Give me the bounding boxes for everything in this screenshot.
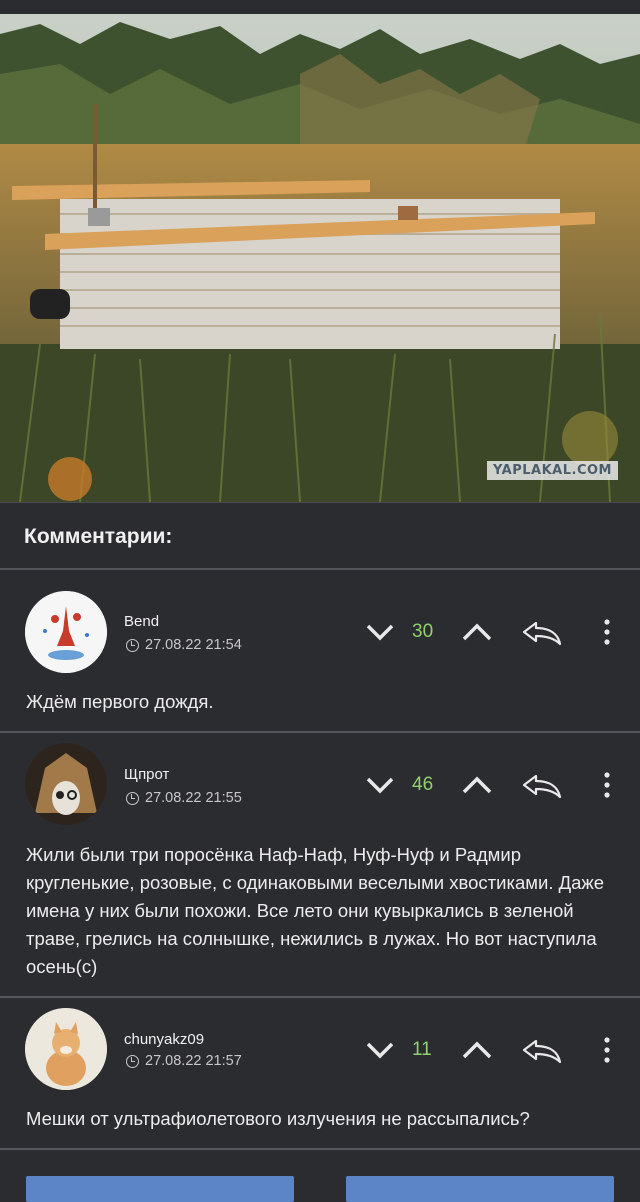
comment-date: 27.08.22 21:55 xyxy=(126,790,242,806)
comment-text: Мешки от ультрафиолетового излучения не … xyxy=(26,1108,530,1129)
chevron-up-icon[interactable] xyxy=(460,1038,494,1062)
more-vertical-icon[interactable] xyxy=(600,1035,614,1065)
reply-arrow-icon[interactable] xyxy=(520,770,564,800)
author-name[interactable]: Щпрот xyxy=(124,766,169,783)
comment-score: 30 xyxy=(412,621,434,642)
comment-text: Ждём первого дождя. xyxy=(26,691,214,712)
comment-date: 27.08.22 21:57 xyxy=(126,1053,242,1069)
watermark: YAPLAKAL.COM xyxy=(487,461,618,480)
bottom-left-button[interactable] xyxy=(26,1176,294,1202)
chevron-down-icon[interactable] xyxy=(364,773,396,797)
avatar[interactable] xyxy=(25,743,107,825)
more-vertical-icon[interactable] xyxy=(600,770,614,800)
reply-arrow-icon[interactable] xyxy=(520,617,564,647)
comment-item: chunyakz09 27.08.22 21:57 11 Мешки от ул… xyxy=(0,998,640,1150)
bottom-right-button[interactable] xyxy=(346,1176,614,1202)
author-name[interactable]: Bend xyxy=(124,613,159,630)
comment-date-text: 27.08.22 21:55 xyxy=(145,790,242,806)
comment-date: 27.08.22 21:54 xyxy=(126,637,242,653)
avatar[interactable] xyxy=(25,591,107,673)
chevron-down-icon[interactable] xyxy=(364,1038,396,1062)
clock-icon xyxy=(126,791,139,805)
comment-text: Жили были три поросёнка Наф-Наф, Нуф-Нуф… xyxy=(26,844,605,977)
comment-item: Щпрот 27.08.22 21:55 46 Жили были три по… xyxy=(0,733,640,998)
reply-arrow-icon[interactable] xyxy=(520,1035,564,1065)
avatar[interactable] xyxy=(25,1008,107,1090)
clock-icon xyxy=(126,1054,139,1068)
author-name[interactable]: chunyakz09 xyxy=(124,1031,204,1048)
chevron-up-icon[interactable] xyxy=(460,773,494,797)
comment-date-text: 27.08.22 21:57 xyxy=(145,1053,242,1069)
comments-title: Комментарии: xyxy=(24,525,173,548)
post-photo: YAPLAKAL.COM xyxy=(0,14,640,502)
more-vertical-icon[interactable] xyxy=(600,617,614,647)
comment-item: Bend 27.08.22 21:54 30 Ждём первого дожд… xyxy=(0,570,640,733)
chevron-down-icon[interactable] xyxy=(364,620,396,644)
top-strip xyxy=(0,0,640,14)
clock-icon xyxy=(126,638,139,652)
comment-score: 46 xyxy=(412,774,434,795)
comments-header: Комментарии: xyxy=(0,502,640,570)
comment-date-text: 27.08.22 21:54 xyxy=(145,637,242,653)
comment-score: 11 xyxy=(412,1039,432,1060)
chevron-up-icon[interactable] xyxy=(460,620,494,644)
